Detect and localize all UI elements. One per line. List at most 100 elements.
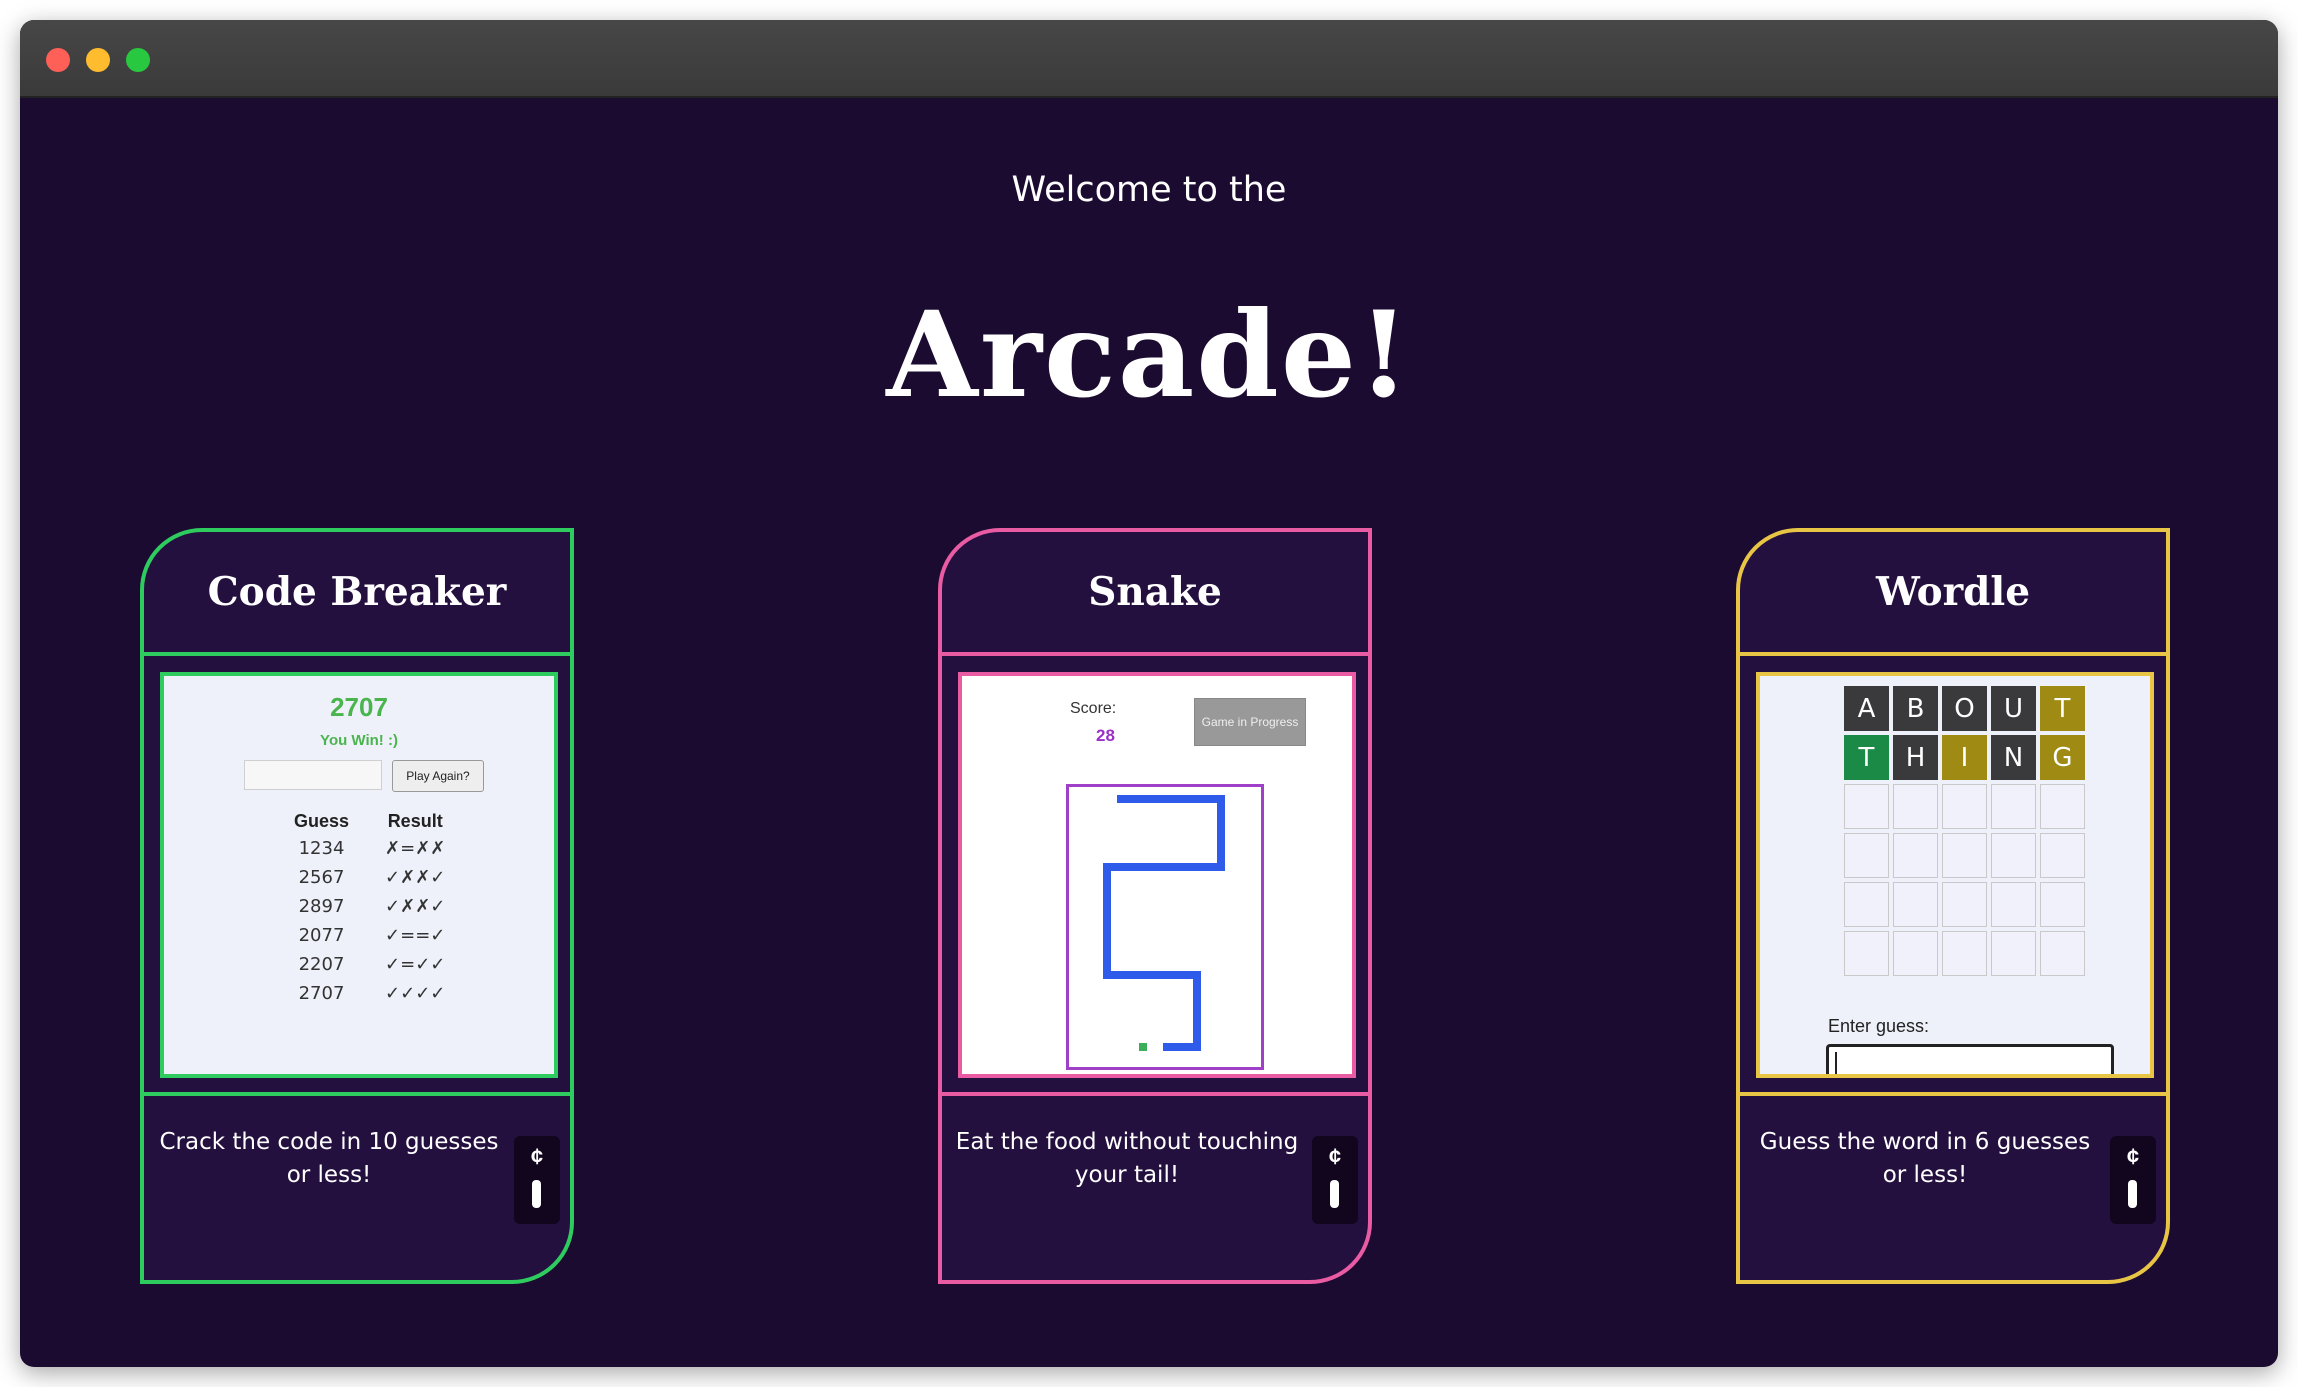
play-again-button[interactable]: Play Again?	[392, 760, 484, 792]
game-card-wordle[interactable]: Wordle ABOUTTHING Enter guess: Guess the…	[1736, 528, 2170, 1284]
guess-cell: 2567	[298, 867, 345, 888]
coin-slot-bar	[2128, 1180, 2137, 1208]
wordle-tile: N	[1991, 735, 2036, 780]
game-status-button[interactable]: Game in Progress	[1194, 698, 1306, 746]
result-cell: ✗=✗✗	[385, 838, 446, 859]
card-title: Code Breaker	[144, 532, 570, 656]
close-button[interactable]	[46, 48, 70, 72]
wordle-tile	[1893, 882, 1938, 927]
coin-slot[interactable]: ¢	[514, 1136, 560, 1224]
wordle-tile	[1844, 882, 1889, 927]
wordle-tile	[1844, 931, 1889, 976]
guess-cell: 1234	[298, 838, 345, 859]
wordle-preview[interactable]: ABOUTTHING Enter guess:	[1756, 672, 2154, 1078]
guess-cell: 2077	[298, 925, 345, 946]
snake-preview[interactable]: Score: 28 Game in Progress	[958, 672, 1356, 1078]
wordle-tile	[1991, 882, 2036, 927]
cent-icon: ¢	[2126, 1144, 2140, 1169]
wordle-tile	[1991, 784, 2036, 829]
wordle-tile: I	[1942, 735, 1987, 780]
game-card-snake[interactable]: Snake Score: 28 Game in Progress Eat the…	[938, 528, 1372, 1284]
wordle-tile	[1942, 931, 1987, 976]
wordle-tile: T	[2040, 686, 2085, 731]
guess-cell: 2207	[298, 954, 345, 975]
guess-cell: 2897	[298, 896, 345, 917]
wordle-tile	[1844, 784, 1889, 829]
wordle-tile: H	[1893, 735, 1938, 780]
wordle-tile	[1991, 833, 2036, 878]
table-row: 2207 ✓=✓✓	[276, 950, 463, 979]
card-title: Snake	[942, 532, 1368, 656]
wordle-tile	[1893, 931, 1938, 976]
wordle-tile: B	[1893, 686, 1938, 731]
wordle-tile	[1893, 833, 1938, 878]
result-cell: ✓✓✓✓	[385, 983, 446, 1004]
card-description: Crack the code in 10 guesses or less!	[159, 1129, 499, 1188]
table-row: 1234 ✗=✗✗	[276, 834, 463, 863]
card-description: Guess the word in 6 guesses or less!	[1759, 1129, 2091, 1188]
table-row: 2897 ✓✗✗✓	[276, 892, 463, 921]
wordle-tile: U	[1991, 686, 2036, 731]
table-row: 2077 ✓==✓	[276, 921, 463, 950]
wordle-tile	[1991, 931, 2036, 976]
maximize-button[interactable]	[126, 48, 150, 72]
wordle-grid: ABOUTTHING	[1842, 684, 2087, 978]
title-bar	[20, 20, 2278, 98]
game-card-codebreaker[interactable]: Code Breaker 2707 You Win! :) Play Again…	[140, 528, 574, 1284]
text-caret	[1835, 1052, 1837, 1074]
cent-icon: ¢	[530, 1144, 544, 1169]
wordle-tile	[2040, 833, 2085, 878]
result-cell: ✓==✓	[385, 925, 446, 946]
wordle-tile	[1893, 784, 1938, 829]
snake-food	[1139, 1043, 1147, 1051]
cent-icon: ¢	[1328, 1144, 1342, 1169]
wordle-tile	[2040, 882, 2085, 927]
welcome-text: Welcome to the	[1011, 170, 1287, 210]
win-status: You Win! :)	[320, 732, 398, 749]
guess-cell: 2707	[298, 983, 345, 1004]
secret-code: 2707	[330, 692, 388, 722]
result-cell: ✓=✓✓	[385, 954, 446, 975]
wordle-row	[1842, 782, 2087, 831]
wordle-tile	[2040, 931, 2085, 976]
minimize-button[interactable]	[86, 48, 110, 72]
browser-window: Welcome to the Arcade! Code Breaker 2707…	[20, 20, 2278, 1367]
snake-board-canvas	[1103, 795, 1225, 1051]
result-cell: ✓✗✗✓	[385, 896, 446, 917]
card-screen: 2707 You Win! :) Play Again? Guess Resul…	[144, 656, 570, 1096]
guess-input[interactable]	[244, 760, 382, 790]
column-header-result: Result	[387, 810, 443, 831]
coin-slot-bar	[1330, 1180, 1339, 1208]
wordle-tile	[2040, 784, 2085, 829]
wordle-row: ABOUT	[1842, 684, 2087, 733]
table-row: 2707 ✓✓✓✓	[276, 979, 463, 1008]
wordle-tile: T	[1844, 735, 1889, 780]
page-title: Arcade!	[886, 285, 1412, 424]
snake-board	[1066, 784, 1264, 1070]
column-header-guess: Guess	[294, 810, 350, 831]
card-title: Wordle	[1740, 532, 2166, 656]
wordle-tile	[1942, 833, 1987, 878]
wordle-tile	[1942, 882, 1987, 927]
codebreaker-preview[interactable]: 2707 You Win! :) Play Again? Guess Resul…	[160, 672, 558, 1078]
coin-slot[interactable]: ¢	[1312, 1136, 1358, 1224]
card-description: Eat the food without touching your tail!	[955, 1129, 1299, 1188]
wordle-tile: A	[1844, 686, 1889, 731]
snake-body	[1103, 795, 1225, 1051]
wordle-row: THING	[1842, 733, 2087, 782]
card-screen: ABOUTTHING Enter guess:	[1740, 656, 2166, 1096]
coin-slot[interactable]: ¢	[2110, 1136, 2156, 1224]
coin-slot-bar	[532, 1180, 541, 1208]
wordle-tile: G	[2040, 735, 2085, 780]
wordle-row	[1842, 831, 2087, 880]
score-label: Score:	[1070, 700, 1117, 717]
guess-input[interactable]	[1826, 1044, 2114, 1074]
score-value: 28	[1096, 726, 1115, 745]
wordle-row	[1842, 929, 2087, 978]
card-screen: Score: 28 Game in Progress	[942, 656, 1368, 1096]
wordle-tile	[1942, 784, 1987, 829]
result-cell: ✓✗✗✓	[385, 867, 446, 888]
wordle-tile	[1844, 833, 1889, 878]
table-row: 2567 ✓✗✗✓	[276, 863, 463, 892]
enter-guess-label: Enter guess:	[1828, 1016, 1930, 1036]
